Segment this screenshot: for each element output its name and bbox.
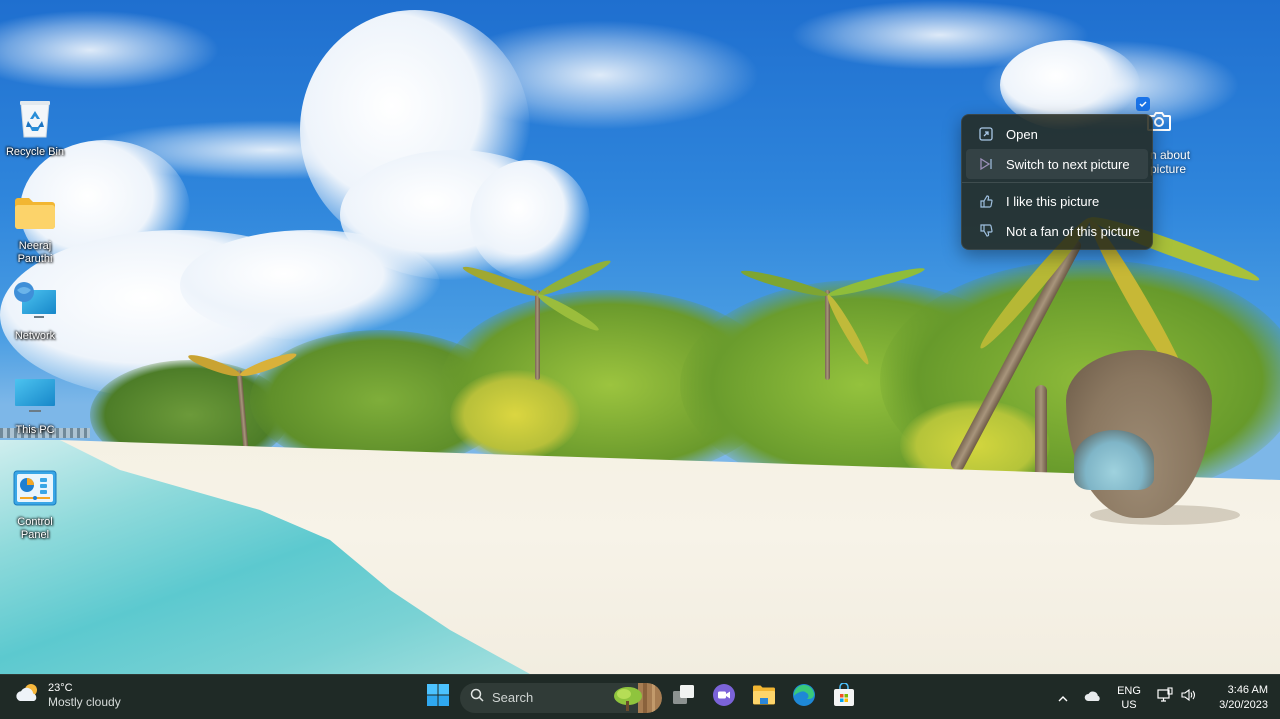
partly-cloudy-icon [14,681,42,710]
edge-button[interactable] [784,678,824,718]
search-placeholder: Search [492,690,534,705]
desktop-icon-label: Network [14,330,56,342]
network-icon [12,280,58,326]
menu-item-like-picture[interactable]: I like this picture [966,186,1148,216]
desktop-icon-recycle-bin[interactable]: Recycle Bin [0,96,70,159]
store-button[interactable] [824,678,864,718]
search-icon [470,688,484,707]
desktop-icon-control-panel[interactable]: Control Panel [0,466,70,542]
desktop-wallpaper [0,0,1280,674]
windows-start-icon [427,684,449,711]
onedrive-cloud-icon [1084,689,1102,707]
language-region: US [1121,698,1137,711]
spotlight-context-menu: Open Switch to next picture I like this … [961,114,1153,250]
file-explorer-icon [752,684,776,711]
quick-settings-button[interactable] [1148,678,1206,718]
taskbar-search-box[interactable]: Search [460,682,662,713]
menu-item-switch-next-picture[interactable]: Switch to next picture [966,149,1148,179]
task-view-icon [672,684,696,711]
desktop-icon-this-pc[interactable]: This PC [0,374,70,437]
desktop-icon-label: Neeraj Paruthi [17,240,53,265]
chevron-up-icon [1058,689,1068,707]
open-icon [978,126,994,142]
menu-item-open[interactable]: Open [966,119,1148,149]
chat-button[interactable] [704,678,744,718]
desktop-icon-label: Recycle Bin [5,146,65,158]
menu-separator [962,182,1152,183]
menu-item-dislike-picture[interactable]: Not a fan of this picture [966,216,1148,246]
menu-item-label: I like this picture [1006,193,1100,209]
spotlight-label-line2: picture [1150,162,1187,176]
thumbs-down-icon [978,223,994,239]
recycle-bin-icon [12,96,58,142]
this-pc-icon [12,374,58,420]
input-language-indicator[interactable]: ENG US [1110,678,1148,718]
folder-icon [12,190,58,236]
thumbs-up-icon [978,193,994,209]
menu-item-label: Open [1006,126,1038,142]
desktop-icon-network[interactable]: Network [0,280,70,343]
teams-chat-icon [712,683,736,712]
next-picture-icon [978,156,994,172]
weather-temperature: 23°C [48,682,73,694]
spotlight-label-line1: n about [1150,148,1191,162]
file-explorer-button[interactable] [744,678,784,718]
control-panel-icon [12,466,58,512]
search-highlight-art-icon [610,682,662,713]
menu-item-label: Not a fan of this picture [1006,223,1140,239]
task-view-button[interactable] [664,678,704,718]
volume-icon [1181,688,1197,707]
desktop-icon-label: Control Panel [17,516,53,541]
desktop-icon-user-folder[interactable]: Neeraj Paruthi [0,190,70,266]
start-button[interactable] [418,678,458,718]
weather-widget[interactable]: 23°C Mostly cloudy [14,681,121,710]
desktop-icon-label: This PC [15,424,55,436]
onedrive-tray-button[interactable] [1076,678,1110,718]
taskbar: 23°C Mostly cloudy Search ENG US 3:46 AM… [0,674,1280,719]
store-icon [833,682,855,712]
clock-time: 3:46 AM [1227,683,1268,696]
network-wired-icon [1157,687,1173,708]
spotlight-label[interactable]: n about picture [1150,148,1190,176]
menu-item-label: Switch to next picture [1006,156,1130,172]
clock-date[interactable]: 3:46 AM 3/20/2023 [1206,678,1280,718]
edge-icon [792,683,816,712]
show-hidden-icons-button[interactable] [1050,678,1076,718]
weather-condition: Mostly cloudy [48,695,121,709]
clock-date-text: 3/20/2023 [1219,698,1268,711]
language-code: ENG [1117,684,1141,697]
